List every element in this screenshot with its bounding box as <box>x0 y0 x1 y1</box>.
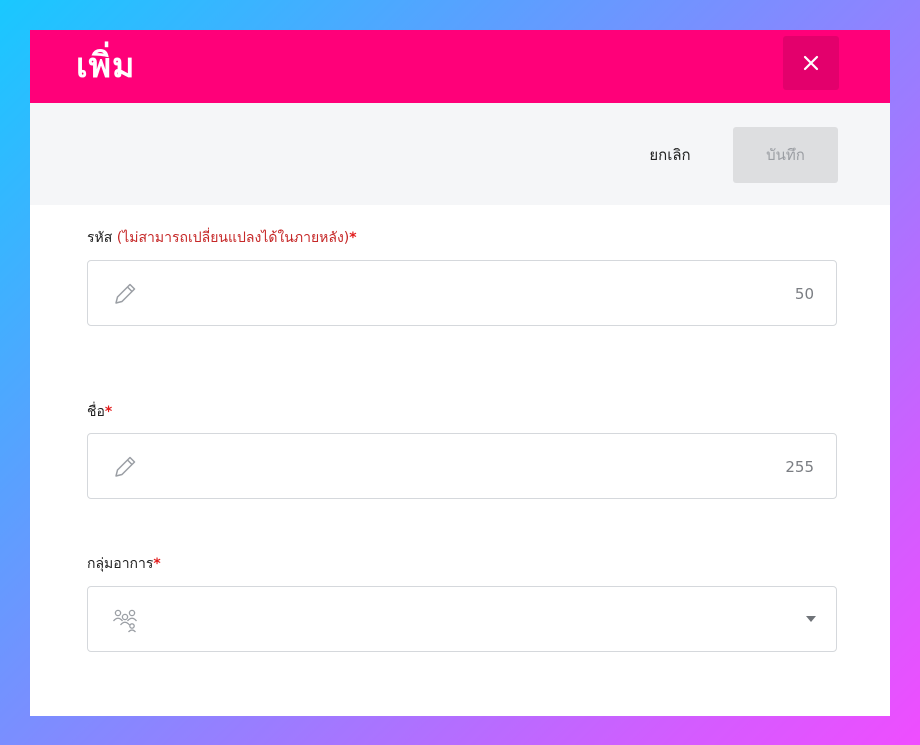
pencil-icon <box>115 283 136 304</box>
close-icon <box>803 55 819 71</box>
pencil-icon <box>115 456 136 477</box>
users-group-icon <box>112 609 138 633</box>
caret-down-icon <box>806 616 816 622</box>
name-required-mark: * <box>104 404 113 420</box>
code-immutable-note: (ไม่สามารถเปลี่ยนแปลงได้ในภายหลัง) <box>116 230 350 246</box>
close-button[interactable] <box>783 36 839 90</box>
symptom-group-label-text: กลุ่มอาการ <box>87 556 154 572</box>
name-field-label: ชื่อ* <box>87 402 112 422</box>
name-label-text: ชื่อ <box>87 404 105 420</box>
code-field-label: รหัส (ไม่สามารถเปลี่ยนแปลงได้ในภายหลัง)* <box>87 228 357 248</box>
code-required-mark: * <box>349 230 357 246</box>
name-char-limit: 255 <box>785 458 814 476</box>
name-input[interactable] <box>154 444 748 490</box>
code-input[interactable] <box>154 271 748 317</box>
code-char-limit: 50 <box>794 285 814 303</box>
name-field[interactable]: 255 <box>87 433 837 499</box>
code-label-text: รหัส <box>87 230 113 246</box>
code-field[interactable]: 50 <box>87 260 837 326</box>
add-dialog: เพิ่ม ยกเลิก บันทึก รหัส (ไม่สามารถเปลี่… <box>30 30 890 716</box>
cancel-button[interactable]: ยกเลิก <box>626 127 714 183</box>
symptom-group-required-mark: * <box>153 556 161 572</box>
dialog-toolbar: ยกเลิก บันทึก <box>30 103 890 205</box>
dialog-title: เพิ่ม <box>76 46 136 86</box>
dialog-header: เพิ่ม <box>30 30 890 103</box>
symptom-group-field-label: กลุ่มอาการ* <box>87 554 161 574</box>
symptom-group-select[interactable] <box>87 586 837 652</box>
save-button[interactable]: บันทึก <box>733 127 838 183</box>
